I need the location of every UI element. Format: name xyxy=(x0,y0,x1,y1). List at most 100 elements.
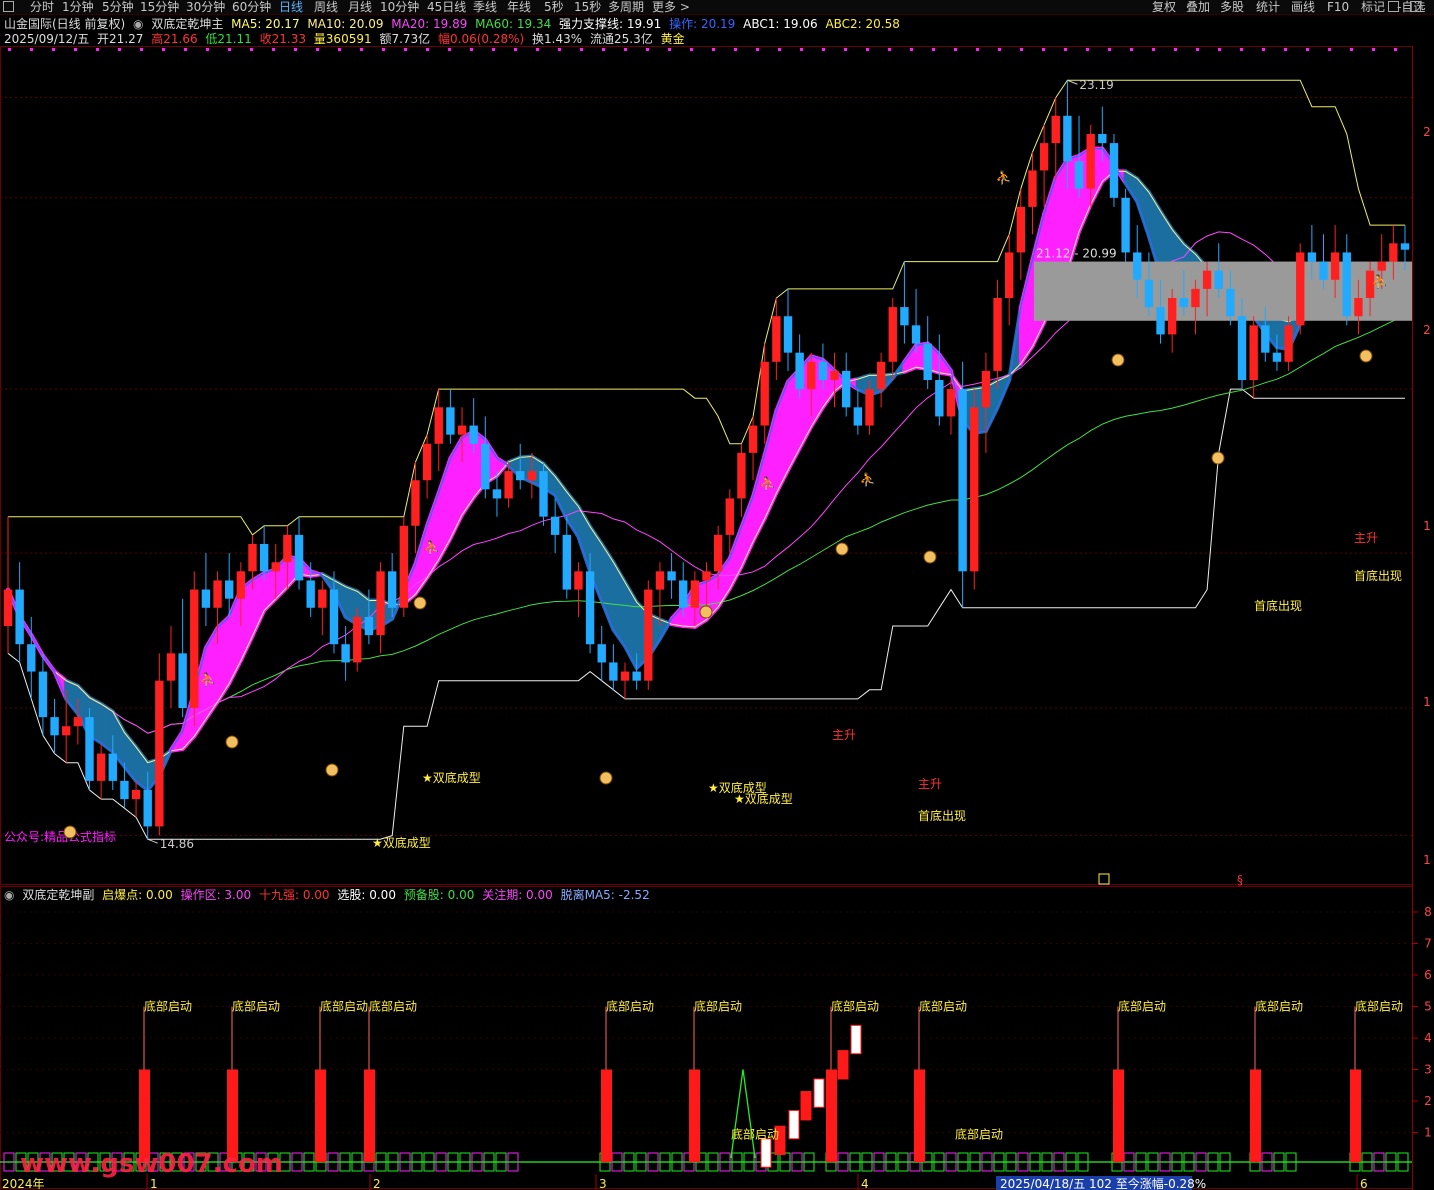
candle-body[interactable] xyxy=(1074,161,1084,189)
candle-body[interactable] xyxy=(748,425,758,453)
candle-body[interactable] xyxy=(225,580,234,599)
candle-body[interactable] xyxy=(387,571,397,608)
tool-button-1[interactable]: 叠加 xyxy=(1186,0,1210,14)
candle-body[interactable] xyxy=(783,316,793,353)
period-tab-10[interactable]: 45日线 xyxy=(427,0,466,14)
candle-body[interactable] xyxy=(1214,270,1223,289)
candle-body[interactable] xyxy=(1063,115,1072,162)
candle-body[interactable] xyxy=(620,671,630,681)
candle-body[interactable] xyxy=(1319,261,1328,280)
period-tab-15[interactable]: 多周期 xyxy=(608,0,644,14)
candle-body[interactable] xyxy=(574,571,583,590)
candle-body[interactable] xyxy=(178,653,187,708)
candle-body[interactable] xyxy=(667,571,676,581)
candle-body[interactable] xyxy=(1272,352,1282,362)
candle-body[interactable] xyxy=(376,571,385,636)
candle-body[interactable] xyxy=(341,644,350,663)
candle-body[interactable] xyxy=(807,361,816,390)
candle-body[interactable] xyxy=(1133,252,1142,280)
candle-body[interactable] xyxy=(143,790,152,827)
period-tab-12[interactable]: 年线 xyxy=(507,0,531,14)
candle-body[interactable] xyxy=(1261,325,1270,353)
period-tab-3[interactable]: 15分钟 xyxy=(140,0,179,14)
candle-body[interactable] xyxy=(1249,325,1258,380)
candle-body[interactable] xyxy=(900,307,909,326)
candle-body[interactable] xyxy=(609,662,618,681)
period-tab-1[interactable]: 1分钟 xyxy=(62,0,94,14)
candle-body[interactable] xyxy=(690,580,700,608)
candle-body[interactable] xyxy=(201,589,211,608)
tool-button-4[interactable]: 画线 xyxy=(1291,0,1315,14)
tool-button-0[interactable]: 复权 xyxy=(1152,0,1176,14)
candle-body[interactable] xyxy=(597,644,606,663)
candle-body[interactable] xyxy=(1121,197,1130,253)
candle-body[interactable] xyxy=(283,534,292,563)
candle-body[interactable] xyxy=(993,298,1002,371)
candle-body[interactable] xyxy=(399,525,409,608)
candle-body[interactable] xyxy=(876,361,886,390)
period-tab-2[interactable]: 5分钟 xyxy=(102,0,134,14)
tool-button-6[interactable]: 标记 xyxy=(1361,0,1385,14)
candle-body[interactable] xyxy=(562,534,571,590)
candle-body[interactable] xyxy=(131,790,141,800)
candle-body[interactable] xyxy=(981,370,991,408)
close-icon[interactable] xyxy=(1410,1,1421,12)
period-tab-16[interactable]: 更多 > xyxy=(652,0,690,14)
candle-body[interactable] xyxy=(1144,279,1154,308)
candle-body[interactable] xyxy=(50,717,59,736)
candle-body[interactable] xyxy=(1377,261,1386,271)
restore-icon[interactable] xyxy=(1388,1,1399,12)
candle-body[interactable] xyxy=(213,580,222,608)
candle-body[interactable] xyxy=(795,352,804,390)
candle-body[interactable] xyxy=(306,580,315,608)
candle-body[interactable] xyxy=(411,480,420,526)
candle-body[interactable] xyxy=(434,407,443,444)
candle-body[interactable] xyxy=(760,361,769,426)
candle-body[interactable] xyxy=(679,580,688,608)
candle-body[interactable] xyxy=(1016,206,1026,253)
sub-indicator-chart[interactable]: 87654321底部启动 底部启动 底部启动 底部启动 底部启动 底部启动 底部启动 底部启动… xyxy=(0,886,1434,1190)
candle-body[interactable] xyxy=(73,717,83,727)
candle-body[interactable] xyxy=(1284,325,1293,362)
candle-body[interactable] xyxy=(737,452,746,499)
candle-body[interactable] xyxy=(818,361,828,380)
candle-body[interactable] xyxy=(329,589,339,645)
candle-body[interactable] xyxy=(3,589,13,626)
candle-body[interactable] xyxy=(655,571,665,590)
candle-body[interactable] xyxy=(853,407,863,426)
period-tab-6[interactable]: 日线 xyxy=(279,0,303,14)
candle-body[interactable] xyxy=(830,370,839,380)
candle-body[interactable] xyxy=(62,726,71,736)
candle-body[interactable] xyxy=(15,589,24,645)
tool-button-5[interactable]: F10 xyxy=(1327,0,1349,14)
candle-body[interactable] xyxy=(1202,270,1212,289)
candle-body[interactable] xyxy=(935,380,944,417)
candle-body[interactable] xyxy=(585,571,595,645)
candle-body[interactable] xyxy=(1109,143,1119,198)
candle-body[interactable] xyxy=(527,471,537,481)
candle-body[interactable] xyxy=(865,389,874,426)
candle-body[interactable] xyxy=(702,571,711,581)
candle-body[interactable] xyxy=(469,425,478,444)
candle-body[interactable] xyxy=(457,425,467,435)
candle-body[interactable] xyxy=(155,680,164,827)
period-tab-13[interactable]: 5秒 xyxy=(544,0,564,14)
candle-body[interactable] xyxy=(236,571,246,599)
candle-body[interactable] xyxy=(1098,134,1107,144)
candle-body[interactable] xyxy=(364,616,374,636)
candle-body[interactable] xyxy=(1296,252,1305,326)
candle-body[interactable] xyxy=(85,717,94,781)
candle-body[interactable] xyxy=(1004,252,1014,298)
candle-body[interactable] xyxy=(446,407,455,435)
candle-body[interactable] xyxy=(1400,243,1410,250)
period-tab-9[interactable]: 10分钟 xyxy=(380,0,419,14)
period-tab-0[interactable]: 分时 xyxy=(30,0,54,14)
indicator-toggle-icon[interactable]: ◉ xyxy=(133,17,143,31)
candle-body[interactable] xyxy=(1086,134,1095,189)
tool-button-2[interactable]: 多股 xyxy=(1220,0,1244,14)
candle-body[interactable] xyxy=(516,471,525,481)
tool-button-3[interactable]: 统计 xyxy=(1256,0,1280,14)
candle-body[interactable] xyxy=(1191,288,1200,308)
candle-body[interactable] xyxy=(248,544,257,572)
candle-body[interactable] xyxy=(1237,316,1247,380)
